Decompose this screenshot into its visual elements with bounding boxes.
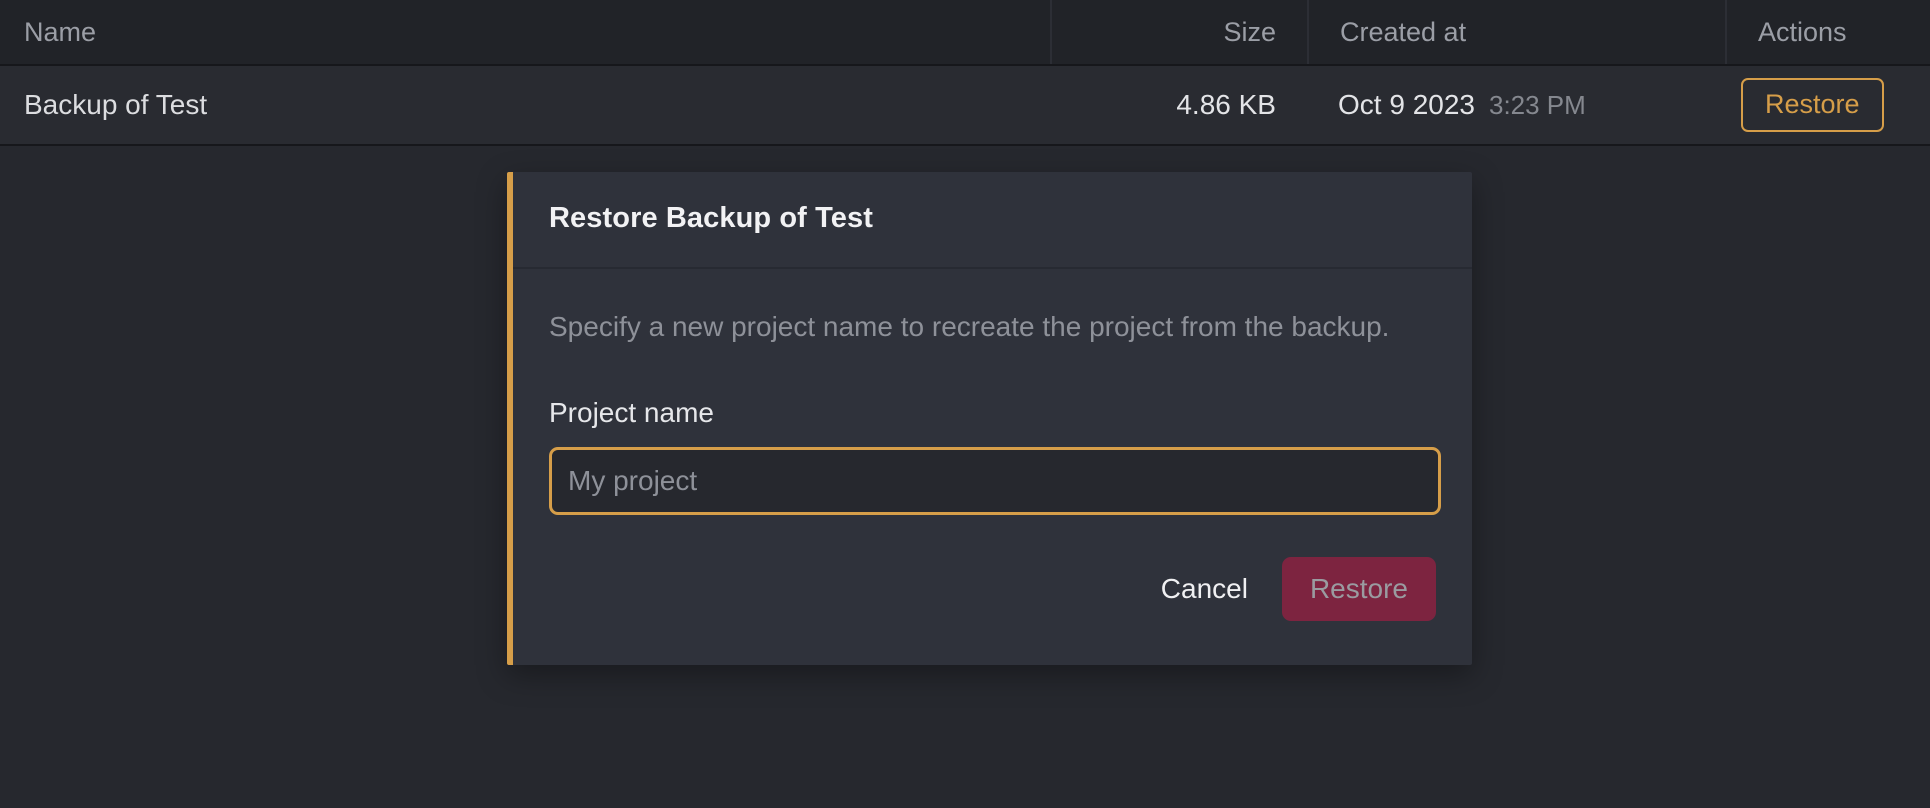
table-header-row: Name Size Created at Actions <box>0 0 1930 64</box>
cell-backup-name: Backup of Test <box>24 89 208 120</box>
confirm-restore-button[interactable]: Restore <box>1281 556 1436 621</box>
cell-backup-size: 4.86 KB <box>1176 89 1276 120</box>
backups-table: Name Size Created at Actions Backup of T… <box>0 0 1930 146</box>
cell-backup-created: Oct 9 2023 3:23 PM <box>1307 66 1725 144</box>
cell-backup-actions: Restore <box>1725 66 1930 144</box>
column-header-size[interactable]: Size <box>1050 0 1307 64</box>
created-time: 3:23 PM <box>1488 89 1586 120</box>
column-header-created[interactable]: Created at <box>1307 0 1725 64</box>
restore-backup-dialog: Restore Backup of Test Specify a new pro… <box>507 172 1472 665</box>
created-date: Oct 9 2023 <box>1338 89 1475 120</box>
project-name-input[interactable] <box>549 446 1441 515</box>
column-header-name[interactable]: Name <box>0 0 1050 64</box>
dialog-description: Specify a new project name to recreate t… <box>549 311 1390 342</box>
column-header-actions[interactable]: Actions <box>1725 0 1930 64</box>
cancel-button[interactable]: Cancel <box>1137 559 1272 619</box>
dialog-header: Restore Backup of Test <box>513 172 1472 269</box>
restore-row-button[interactable]: Restore <box>1741 78 1884 132</box>
table-row[interactable]: Backup of Test 4.86 KB Oct 9 2023 3:23 P… <box>0 66 1930 144</box>
dialog-footer: Cancel Restore <box>513 515 1472 665</box>
row-divider <box>0 144 1930 146</box>
dialog-title: Restore Backup of Test <box>549 202 873 234</box>
project-name-label: Project name <box>549 396 714 428</box>
dialog-body: Specify a new project name to recreate t… <box>513 269 1472 515</box>
